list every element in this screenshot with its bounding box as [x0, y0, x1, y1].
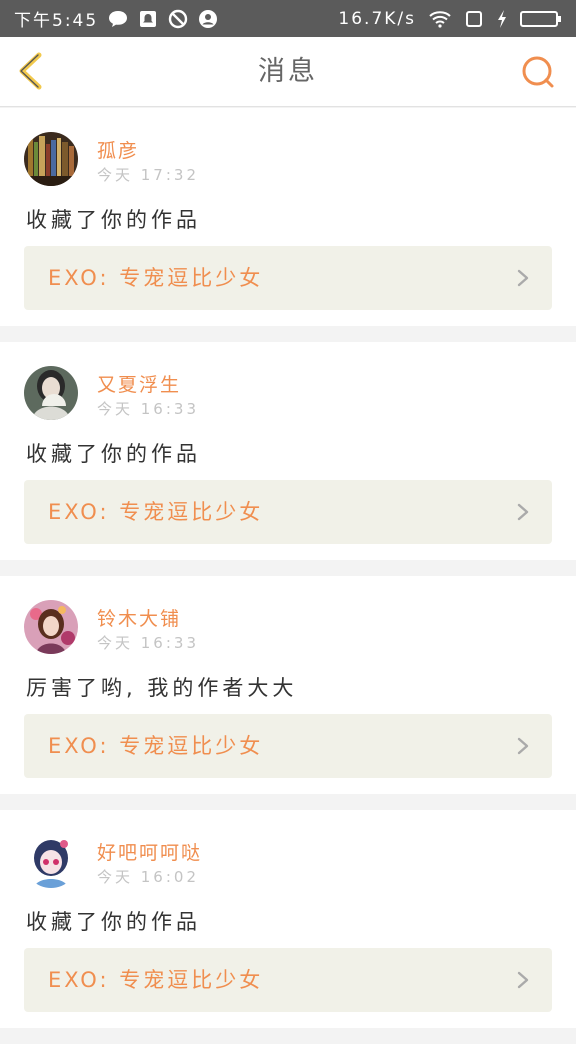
message-card: 孤彦 今天 17:32 收藏了你的作品 EXO: 专宠逗比少女 [0, 108, 576, 326]
chat-bubble-icon [109, 10, 128, 27]
work-title: EXO: 专宠逗比少女 [48, 500, 264, 524]
status-time: 下午5:45 [14, 11, 99, 31]
block-icon [168, 9, 188, 28]
chevron-right-icon [517, 503, 529, 521]
status-bar: 下午5:45 16.7K/s [0, 0, 576, 37]
avatar[interactable] [24, 366, 78, 420]
app-header: 消息 [0, 37, 576, 107]
message-card: 铃木大铺 今天 16:33 厉害了哟, 我的作者大大 EXO: 专宠逗比少女 [0, 576, 576, 794]
network-speed: 16.7K/s [338, 8, 416, 29]
avatar[interactable] [24, 600, 78, 654]
battery-icon [520, 10, 561, 27]
page-title: 消息 [258, 56, 318, 87]
sender-name[interactable]: 又夏浮生 [97, 370, 181, 397]
work-title: EXO: 专宠逗比少女 [48, 734, 264, 758]
work-link[interactable]: EXO: 专宠逗比少女 [24, 246, 552, 310]
account-icon [199, 9, 218, 28]
work-title: EXO: 专宠逗比少女 [48, 968, 264, 992]
notification-icon [140, 10, 157, 27]
wifi-icon [429, 10, 451, 28]
message-text: 收藏了你的作品 [26, 208, 201, 232]
work-link[interactable]: EXO: 专宠逗比少女 [24, 714, 552, 778]
work-link[interactable]: EXO: 专宠逗比少女 [24, 948, 552, 1012]
message-card: 好吧呵呵哒 今天 16:02 收藏了你的作品 EXO: 专宠逗比少女 [0, 810, 576, 1028]
search-icon[interactable] [520, 54, 556, 90]
square-icon [466, 10, 482, 27]
avatar[interactable] [24, 834, 78, 888]
message-text: 收藏了你的作品 [26, 910, 201, 934]
chevron-right-icon [517, 269, 529, 287]
message-time: 今天 16:33 [97, 400, 199, 418]
chevron-right-icon [517, 737, 529, 755]
chevron-right-icon [517, 971, 529, 989]
message-card: 又夏浮生 今天 16:33 收藏了你的作品 EXO: 专宠逗比少女 [0, 342, 576, 560]
message-text: 收藏了你的作品 [26, 442, 201, 466]
message-time: 今天 16:02 [97, 868, 199, 886]
sender-name[interactable]: 铃木大铺 [97, 604, 181, 631]
charging-icon [498, 9, 506, 28]
work-title: EXO: 专宠逗比少女 [48, 266, 264, 290]
message-list: 孤彦 今天 17:32 收藏了你的作品 EXO: 专宠逗比少女 又夏浮生 今天 … [0, 108, 576, 1044]
sender-name[interactable]: 好吧呵呵哒 [97, 838, 202, 865]
work-link[interactable]: EXO: 专宠逗比少女 [24, 480, 552, 544]
message-time: 今天 16:33 [97, 634, 199, 652]
sender-name[interactable]: 孤彦 [97, 136, 139, 163]
avatar[interactable] [24, 132, 78, 186]
message-text: 厉害了哟, 我的作者大大 [26, 676, 298, 700]
message-time: 今天 17:32 [97, 166, 199, 184]
